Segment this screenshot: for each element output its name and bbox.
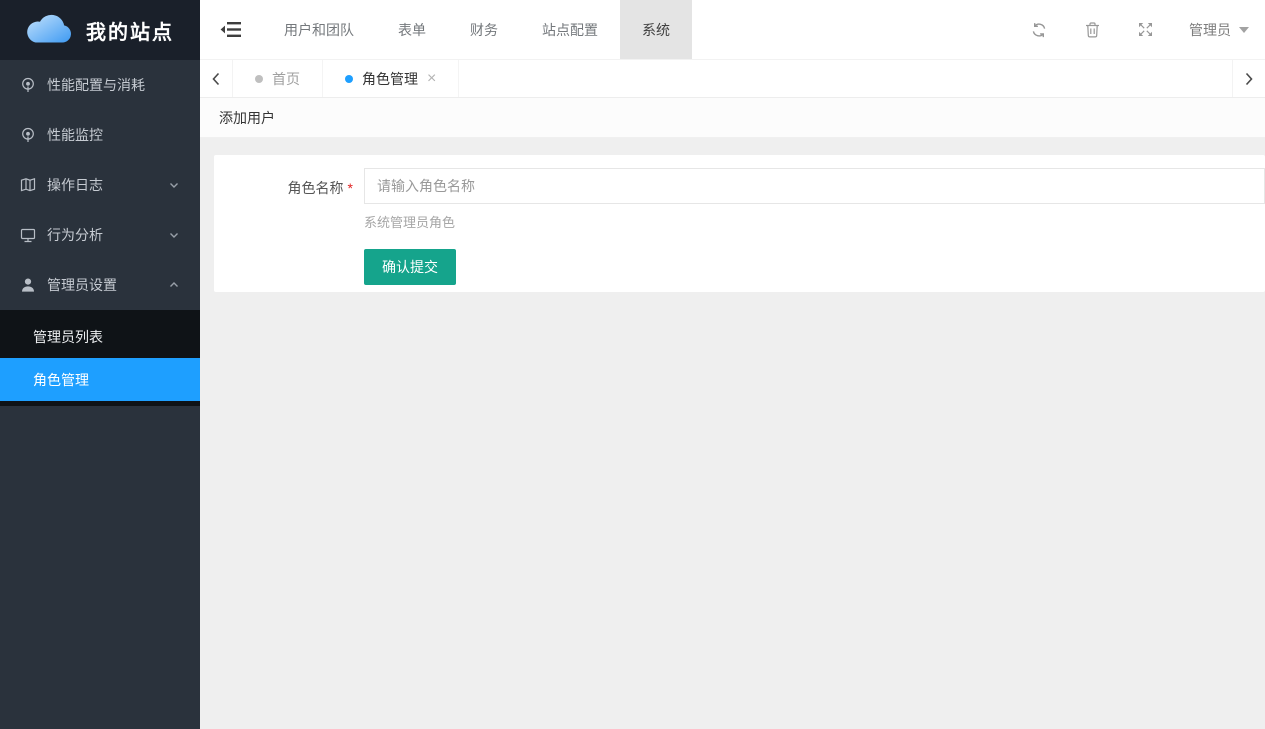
beacon-icon xyxy=(20,127,37,143)
role-name-form-item: 角色名称* 系统管理员角色 确认提交 xyxy=(214,168,1265,285)
nav-item-users-teams[interactable]: 用户和团队 xyxy=(262,0,376,59)
nav-item-label: 系统 xyxy=(642,20,670,40)
label-text: 角色名称 xyxy=(288,180,344,196)
sidebar-item-label: 行为分析 xyxy=(47,225,168,245)
tab-home[interactable]: 首页 xyxy=(233,60,323,97)
tab-dot xyxy=(345,75,353,83)
role-name-field: 系统管理员角色 确认提交 xyxy=(364,168,1265,285)
sidebar: 我的站点 性能配置与消耗 性能监控 操作日志 xyxy=(0,0,200,729)
trash-icon[interactable] xyxy=(1085,22,1100,38)
chevron-down-icon xyxy=(168,179,180,191)
sidebar-item-behavior-analysis[interactable]: 行为分析 xyxy=(0,210,200,260)
role-name-input[interactable] xyxy=(364,168,1265,204)
tab-role-management[interactable]: 角色管理 × xyxy=(323,60,459,97)
user-icon xyxy=(20,277,37,293)
monitor-icon xyxy=(20,227,37,243)
tabs-scroll-right-icon[interactable] xyxy=(1232,60,1265,97)
nav-item-system[interactable]: 系统 xyxy=(620,0,692,59)
nav-item-label: 用户和团队 xyxy=(284,20,354,40)
tabs-scroll-left-icon[interactable] xyxy=(200,60,233,97)
nav-item-finance[interactable]: 财务 xyxy=(448,0,520,59)
sidebar-subitem-role-management[interactable]: 角色管理 xyxy=(0,358,200,401)
sidebar-item-performance-monitor[interactable]: 性能监控 xyxy=(0,110,200,160)
breadcrumb-bar: 添加用户 xyxy=(200,98,1265,138)
required-mark: * xyxy=(348,180,353,196)
book-icon xyxy=(20,177,37,193)
admin-dropdown[interactable]: 管理员 xyxy=(1172,20,1265,40)
sidebar-item-performance-config[interactable]: 性能配置与消耗 xyxy=(0,60,200,110)
admin-settings-submenu: 管理员列表 角色管理 xyxy=(0,310,200,406)
sidebar-subitem-label: 角色管理 xyxy=(33,370,89,390)
sidebar-subitem-admin-list[interactable]: 管理员列表 xyxy=(0,315,200,358)
nav-item-site-config[interactable]: 站点配置 xyxy=(520,0,620,59)
caret-down-icon xyxy=(1239,27,1249,33)
close-icon[interactable]: × xyxy=(427,71,436,87)
beacon-icon xyxy=(20,77,37,93)
cloud-icon xyxy=(26,14,72,46)
admin-label: 管理员 xyxy=(1189,20,1231,40)
sidebar-item-operation-log[interactable]: 操作日志 xyxy=(0,160,200,210)
nav-item-label: 表单 xyxy=(398,20,426,40)
role-form-card: 角色名称* 系统管理员角色 确认提交 xyxy=(214,155,1265,292)
top-header: 用户和团队 表单 财务 站点配置 系统 xyxy=(200,0,1265,60)
main-content: 角色名称* 系统管理员角色 确认提交 xyxy=(200,138,1265,729)
sidebar-item-label: 操作日志 xyxy=(47,175,168,195)
nav-item-label: 站点配置 xyxy=(542,20,598,40)
helper-text: 系统管理员角色 xyxy=(364,212,1265,231)
app-title: 我的站点 xyxy=(86,16,174,45)
sidebar-item-label: 性能配置与消耗 xyxy=(47,75,180,95)
submit-button[interactable]: 确认提交 xyxy=(364,249,456,285)
sidebar-item-label: 管理员设置 xyxy=(47,275,168,295)
chevron-down-icon xyxy=(168,229,180,241)
sidebar-item-label: 性能监控 xyxy=(47,125,180,145)
tab-label: 首页 xyxy=(272,69,300,89)
role-name-label: 角色名称* xyxy=(214,168,364,285)
chevron-up-icon xyxy=(168,279,180,291)
header-actions: 管理员 xyxy=(1012,0,1265,59)
nav-item-forms[interactable]: 表单 xyxy=(376,0,448,59)
tab-label: 角色管理 xyxy=(362,69,418,89)
tab-bar: 首页 角色管理 × xyxy=(200,60,1265,98)
logo[interactable]: 我的站点 xyxy=(0,0,200,60)
nav-item-label: 财务 xyxy=(470,20,498,40)
fullscreen-icon[interactable] xyxy=(1138,22,1153,37)
breadcrumb: 添加用户 xyxy=(219,108,275,128)
collapse-sidebar-icon[interactable] xyxy=(200,0,262,59)
refresh-icon[interactable] xyxy=(1031,22,1047,38)
tab-dot xyxy=(255,75,263,83)
sidebar-item-admin-settings[interactable]: 管理员设置 xyxy=(0,260,200,310)
sidebar-subitem-label: 管理员列表 xyxy=(33,327,103,347)
